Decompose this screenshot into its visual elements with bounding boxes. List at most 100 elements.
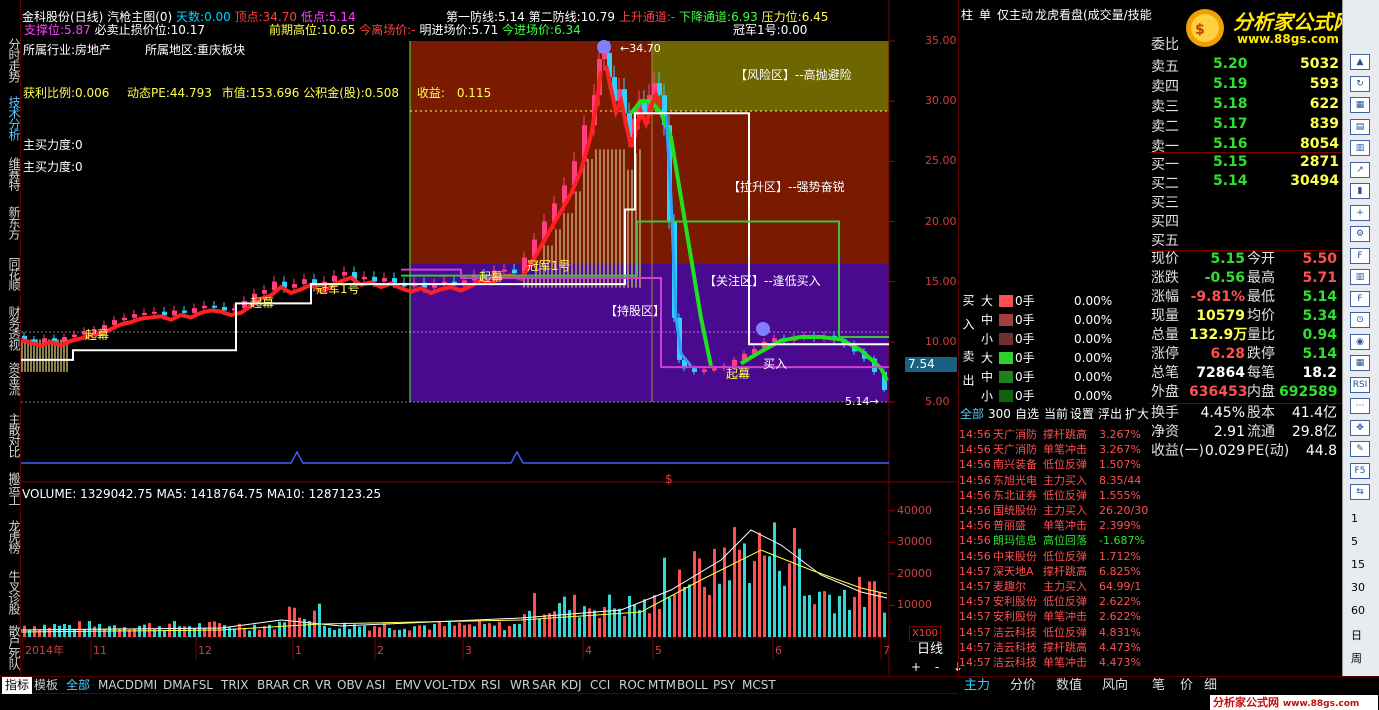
period-button[interactable]: 60 bbox=[1351, 604, 1365, 617]
panel-bottom-tab[interactable]: 细 bbox=[1204, 679, 1217, 693]
ticker-row[interactable]: 14:57 洁云科技 低位反弹 4.831% bbox=[959, 625, 1149, 640]
ticker-row[interactable]: 14:56 东旭光电 主力买入 8.35/44 bbox=[959, 473, 1149, 488]
ticker-row[interactable]: 14:57 洁云科技 单笔冲击 4.473% bbox=[959, 655, 1149, 670]
indicator-tab[interactable]: 指标 bbox=[2, 677, 33, 694]
ticker-row[interactable]: 14:56 天广消防 单笔冲击 3.267% bbox=[959, 442, 1149, 457]
ticker-row[interactable]: 14:56 天广消防 撑杆跳高 3.267% bbox=[959, 427, 1149, 442]
indicator-tab[interactable]: VR bbox=[315, 677, 332, 694]
filter-tabs[interactable]: 全部 300 自选 当前 设置 浮出 扩大 bbox=[959, 407, 1149, 423]
indicator-tab[interactable]: DMA bbox=[163, 677, 191, 694]
nav-9[interactable]: 龙虎榜 bbox=[0, 520, 21, 553]
filter-tab[interactable]: 浮出 bbox=[1098, 407, 1122, 421]
indicator-tab[interactable]: BRAR bbox=[257, 677, 290, 694]
indicator-tab[interactable]: MTM bbox=[648, 677, 676, 694]
indicator-tab[interactable]: RSI bbox=[481, 677, 501, 694]
ticker-row[interactable]: 14:56 普丽盛 单笔冲击 2.399% bbox=[959, 518, 1149, 533]
panel-bottom-tab[interactable]: 主力 bbox=[964, 679, 990, 693]
main-chart[interactable]: 金科股份(日线) 汽枪主图(0) 天数:0.00 顶点:34.70 低点:5.1… bbox=[21, 0, 963, 676]
filter-tab[interactable]: 自选 bbox=[1015, 407, 1039, 421]
ticker-row[interactable]: 14:56 东北证券 低位反弹 1.555% bbox=[959, 488, 1149, 503]
period-button[interactable]: 日 bbox=[1351, 627, 1362, 643]
indicator-tab[interactable]: ROC bbox=[619, 677, 645, 694]
ticker-row[interactable]: 14:57 深天地A 撑杆跳高 6.825% bbox=[959, 564, 1149, 579]
indicator-tab[interactable]: 全部 bbox=[66, 677, 90, 694]
indicator-tab[interactable]: CCI bbox=[590, 677, 610, 694]
ticker-row[interactable]: 14:56 中来股份 低位反弹 1.712% bbox=[959, 549, 1149, 564]
panel-bottom-tab[interactable]: 笔 bbox=[1152, 679, 1165, 693]
ticker-row[interactable]: 14:56 国统股份 主力买入 26.20/30 bbox=[959, 503, 1149, 518]
indicator-tab[interactable]: ASI bbox=[366, 677, 385, 694]
indicator-tab[interactable]: TRIX bbox=[221, 677, 248, 694]
scroll-up-icon[interactable]: ▲ bbox=[1350, 54, 1370, 70]
period-button[interactable]: 15 bbox=[1351, 558, 1365, 571]
panel-tabs[interactable]: 柱单仅主动 龙虎看盘(成交量/技能 bbox=[959, 8, 1152, 24]
indicator-tab[interactable]: VOL-TDX bbox=[424, 677, 476, 694]
ticker-row[interactable]: 14:57 安利股份 低位反弹 2.622% bbox=[959, 594, 1149, 609]
grid-icon[interactable]: ▦ bbox=[1350, 355, 1370, 371]
f12-icon[interactable]: F bbox=[1350, 290, 1370, 307]
f5-icon[interactable]: F5 bbox=[1350, 462, 1370, 479]
period-button[interactable]: 5 bbox=[1351, 535, 1358, 548]
filter-tab[interactable]: 全部 bbox=[960, 407, 984, 421]
filter-tab[interactable]: 300 bbox=[988, 407, 1011, 421]
indicator-tab[interactable]: WR bbox=[510, 677, 530, 694]
period-label[interactable]: 日线 bbox=[917, 643, 943, 657]
globe-icon[interactable]: ◉ bbox=[1350, 333, 1370, 350]
indicator-tab[interactable]: PSY bbox=[713, 677, 735, 694]
indicator-tab[interactable]: 模板 bbox=[34, 677, 58, 694]
indicator-tab[interactable]: KDJ bbox=[561, 677, 582, 694]
nav-7[interactable]: 主散对比 bbox=[0, 413, 21, 457]
panel-bottom-tab[interactable]: 分价 bbox=[1010, 679, 1036, 693]
period-button[interactable]: 30 bbox=[1351, 581, 1365, 594]
chart-icon[interactable]: ▦ bbox=[1350, 97, 1370, 113]
indicator-tab[interactable]: EMV bbox=[395, 677, 421, 694]
period-button[interactable]: 周 bbox=[1351, 650, 1362, 666]
nav-8[interactable]: 搬运工 bbox=[0, 472, 21, 505]
gear-icon[interactable]: ⚙ bbox=[1350, 226, 1370, 242]
panel-tab[interactable]: 单 bbox=[979, 8, 991, 22]
period-button[interactable]: 1 bbox=[1351, 512, 1358, 525]
filter-tab[interactable]: 设置 bbox=[1070, 407, 1094, 421]
filter-tab[interactable]: 扩大 bbox=[1125, 407, 1149, 421]
panel-bottom-tab[interactable]: 价 bbox=[1180, 679, 1193, 693]
indicator-tab[interactable]: BOLL bbox=[677, 677, 708, 694]
panel-tab[interactable]: 仅主动 bbox=[997, 8, 1033, 22]
nav-6[interactable]: 资金流 bbox=[0, 362, 21, 395]
nav-2[interactable]: 维赛特 bbox=[0, 157, 21, 190]
ticker-row[interactable]: 14:57 洁云科技 撑杆跳高 4.473% bbox=[959, 640, 1149, 655]
filter-tab[interactable]: 当前 bbox=[1044, 407, 1068, 421]
indicator-tab[interactable]: DMI bbox=[134, 677, 157, 694]
ticker-row[interactable]: 14:57 安利股份 单笔冲击 2.622% bbox=[959, 609, 1149, 624]
refresh-icon[interactable]: ↻ bbox=[1350, 75, 1370, 92]
dots-icon[interactable]: ⋯ bbox=[1350, 398, 1370, 414]
move-icon[interactable]: ✥ bbox=[1350, 419, 1370, 436]
f11-icon[interactable]: ▥ bbox=[1350, 269, 1370, 285]
pen-icon[interactable]: ✎ bbox=[1350, 441, 1370, 457]
candle-icon[interactable]: ▮ bbox=[1350, 183, 1370, 199]
ticker-row[interactable]: 14:56 朗玛信息 高位回落 -1.687% bbox=[959, 533, 1149, 548]
line-icon[interactable]: ↗ bbox=[1350, 161, 1370, 178]
nav-5[interactable]: 财务透视 bbox=[0, 306, 21, 350]
f10-icon[interactable]: F bbox=[1350, 247, 1370, 264]
nav-10[interactable]: 牛叉诊股 bbox=[0, 570, 21, 614]
indicator-tab[interactable]: MCST bbox=[742, 677, 776, 694]
panel-tab[interactable]: 柱 bbox=[961, 8, 973, 22]
ticker-row[interactable]: 14:56 南兴装备 低位反弹 1.507% bbox=[959, 457, 1149, 472]
rsi-icon[interactable]: RSI bbox=[1350, 376, 1370, 393]
search-icon[interactable]: ⊙ bbox=[1350, 312, 1370, 328]
indicator-tab[interactable]: OBV bbox=[337, 677, 363, 694]
nav-4[interactable]: 同花顺 bbox=[0, 257, 21, 290]
ticker-row[interactable]: 14:57 麦趣尔 主力买入 64.99/1 bbox=[959, 579, 1149, 594]
panel-bottom-tab[interactable]: 数值 bbox=[1056, 679, 1082, 693]
plus-icon[interactable]: + bbox=[1350, 204, 1370, 221]
nav-11[interactable]: 散户死队 bbox=[0, 625, 21, 669]
bar-icon[interactable]: ▥ bbox=[1350, 140, 1370, 156]
indicator-tab[interactable]: CR bbox=[293, 677, 310, 694]
panel-tab[interactable]: 龙虎看盘(成交量/技能 bbox=[1035, 8, 1152, 22]
table-icon[interactable]: ▤ bbox=[1350, 118, 1370, 135]
indicator-tab[interactable]: SAR bbox=[532, 677, 556, 694]
indicator-tab[interactable]: FSL bbox=[192, 677, 213, 694]
nav-3[interactable]: 新东方 bbox=[0, 206, 21, 239]
indicator-tab[interactable]: MACD bbox=[98, 677, 134, 694]
swap-icon[interactable]: ⇆ bbox=[1350, 484, 1370, 500]
